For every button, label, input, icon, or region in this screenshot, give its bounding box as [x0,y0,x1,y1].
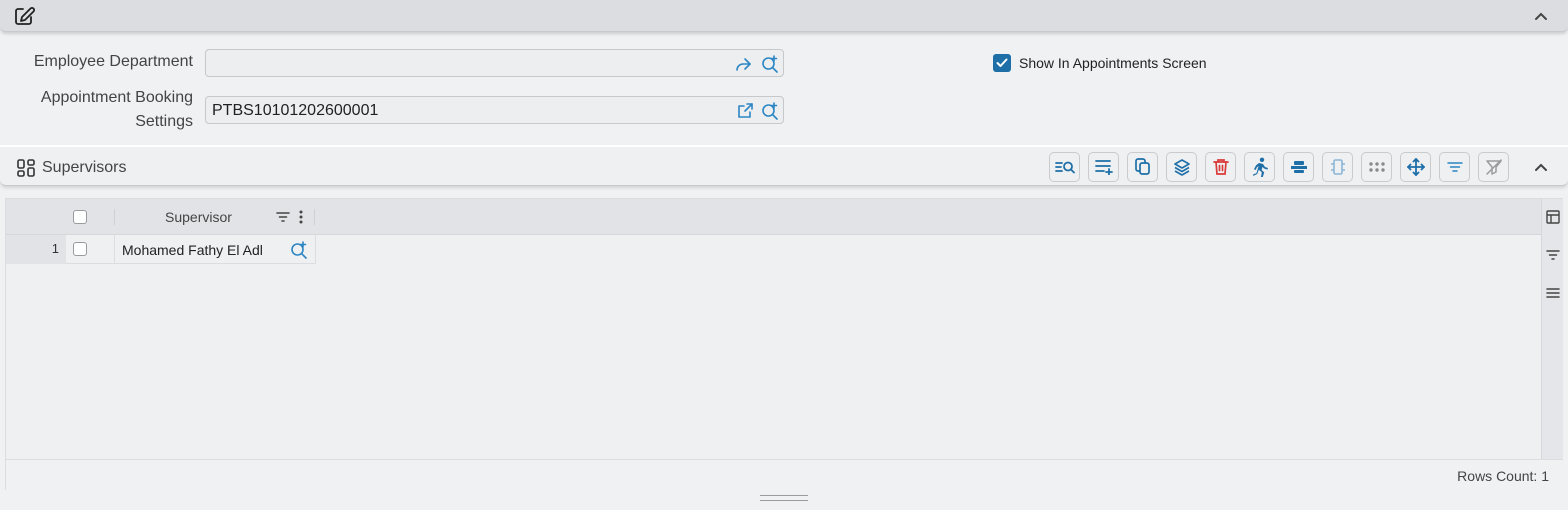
dots-grid-icon[interactable] [1361,152,1392,182]
supervisors-section-bar: Supervisors [0,145,1568,186]
grid-header: Supervisor [6,199,1541,235]
checkbox-checked-icon[interactable] [993,54,1011,72]
column-divider [315,235,316,264]
add-row-icon[interactable] [1088,152,1119,182]
stack-icon[interactable] [1283,152,1314,182]
grid-footer: Rows Count: 1 [6,459,1563,490]
columns-panel-icon[interactable] [1546,210,1560,224]
resize-handle[interactable] [760,495,808,501]
supervisors-title: Supervisors [42,159,127,176]
appointment-booking-settings-label: Appointment Booking Settings [0,86,193,134]
column-menu-icon[interactable] [296,209,306,225]
employee-department-field[interactable] [205,49,784,77]
column-divider [114,235,115,264]
appointment-booking-settings-value: PTBS10101202600001 [212,102,379,119]
column-divider [114,209,115,225]
show-in-appointments-checkbox[interactable]: Show In Appointments Screen [993,54,1207,72]
delete-icon[interactable] [1205,152,1236,182]
column-filter-icon[interactable] [275,209,291,225]
appointment-booking-label-line2: Settings [135,113,193,130]
employee-department-label: Employee Department [33,53,193,70]
row-checkbox[interactable] [73,242,87,256]
supervisors-grid: Supervisor 1 Mohamed Fathy El Adl Rows C… [5,198,1563,490]
code-icon[interactable] [1322,152,1353,182]
show-in-appointments-label: Show In Appointments Screen [1019,55,1207,71]
run-icon[interactable] [1244,152,1275,182]
select-all-checkbox[interactable] [73,210,87,224]
chevron-up-icon[interactable] [1531,157,1551,177]
layers-icon[interactable] [1166,152,1197,182]
table-row[interactable]: 1 Mohamed Fathy El Adl [6,235,316,264]
copy-icon[interactable] [1127,152,1158,182]
appointment-booking-settings-field[interactable]: PTBS10101202600001 [205,96,784,124]
grid-layout-icon [16,158,36,178]
search-plus-icon[interactable] [290,241,308,259]
edit-icon[interactable] [14,6,36,26]
grid-side-panel [1541,199,1563,459]
column-divider [314,209,315,225]
filters-panel-icon[interactable] [1546,248,1560,262]
search-plus-icon[interactable] [761,102,779,120]
chevron-up-icon[interactable] [1531,6,1551,26]
menu-lines-icon[interactable] [1546,286,1560,300]
row-number: 1 [6,235,66,264]
share-arrow-icon[interactable] [734,55,752,73]
rows-count: Rows Count: 1 [1457,468,1549,484]
supervisor-cell[interactable]: Mohamed Fathy El Adl [122,242,263,258]
search-list-icon[interactable] [1049,152,1080,182]
move-icon[interactable] [1400,152,1431,182]
column-header-supervisor[interactable]: Supervisor [165,209,232,225]
search-plus-icon[interactable] [761,55,779,73]
clear-filter-icon[interactable] [1478,152,1509,182]
filter-lines-icon[interactable] [1439,152,1470,182]
appointment-booking-label-line1: Appointment Booking [40,89,193,106]
open-external-icon[interactable] [736,102,754,120]
form-header-bar [0,0,1568,32]
